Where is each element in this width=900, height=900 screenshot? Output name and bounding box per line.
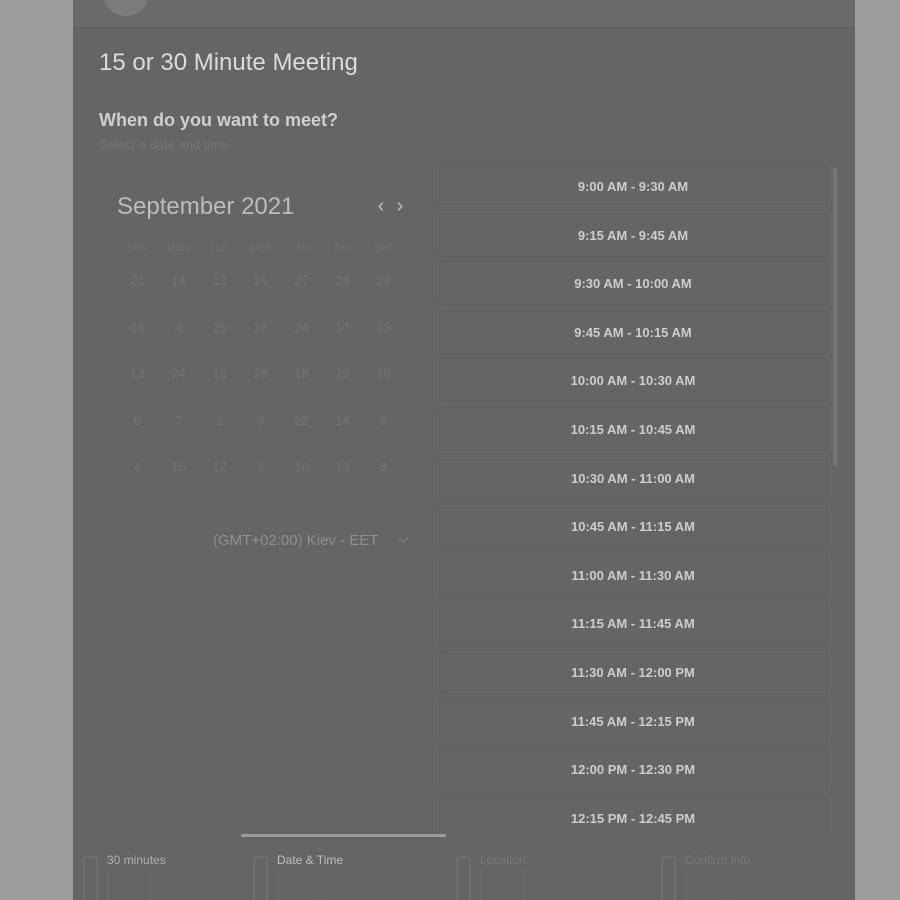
step-detail (277, 870, 321, 900)
weekday-label: SUN (127, 243, 148, 253)
weekday-label: SAT (374, 243, 393, 253)
calendar-day[interactable]: 3 (240, 455, 281, 502)
calendar-day[interactable]: 22 (281, 409, 322, 456)
calendar-week: 4 15 12 3 10 13 8 (117, 455, 404, 502)
calendar-day[interactable]: 15 (158, 455, 199, 502)
calendar-day[interactable]: 25 (199, 316, 240, 363)
month-label: September 2021 (117, 193, 295, 220)
step-icon (661, 856, 676, 900)
calendar-day[interactable]: 15 (199, 362, 240, 409)
step-label: Location (480, 853, 526, 867)
calendar-day[interactable]: 1 (199, 409, 240, 456)
time-slot-button[interactable]: 10:15 AM - 10:45 AM (439, 407, 827, 451)
calendar-day[interactable]: 13 (322, 455, 363, 502)
weekday-header: SUN MON TUE WED THU FRI SAT (117, 243, 404, 253)
calendar-day[interactable]: 14 (322, 409, 363, 456)
chevron-down-icon: ⌵ (398, 530, 409, 546)
time-slot-button[interactable]: 10:45 AM - 11:15 AM (439, 504, 827, 549)
calendar-week: 13 24 15 28 18 19 10 (117, 362, 404, 409)
weekday-label: THU (291, 243, 312, 253)
calendar-day[interactable]: 17 (322, 316, 363, 363)
step-detail (685, 870, 729, 900)
step-label: 30 minutes (107, 853, 166, 867)
timezone-label: (GMT+02:00) Kiev - EET (213, 532, 379, 549)
calendar-day[interactable]: 9 (363, 409, 404, 456)
calendar-day[interactable]: 24 (158, 362, 199, 409)
calendar-day[interactable]: 19 (322, 362, 363, 409)
calendar-day[interactable]: 14 (158, 269, 199, 316)
time-slot-list[interactable]: 9:00 AM - 9:30 AM 9:15 AM - 9:45 AM 9:30 A… (439, 162, 839, 834)
calendar-day[interactable]: 13 (199, 269, 240, 316)
page-title: 15 or 30 Minute Meeting (99, 49, 358, 76)
time-slot-button[interactable]: 11:00 AM - 11:30 AM (439, 552, 827, 597)
calendar-day[interactable]: 13 (363, 316, 404, 363)
time-slot-button[interactable]: 11:15 AM - 11:45 AM (439, 601, 827, 646)
calendar-day[interactable]: 18 (281, 362, 322, 409)
calendar-week: 21 14 13 16 27 28 26 (117, 269, 404, 316)
time-slot-button[interactable]: 12:15 PM - 12:45 PM (439, 795, 827, 834)
calendar-day[interactable]: 18 (117, 316, 158, 363)
step-icon (456, 856, 471, 900)
calendar-day[interactable]: 16 (240, 269, 281, 316)
weekday-label: FRI (334, 243, 351, 253)
avatar (103, 0, 149, 16)
time-slot-button[interactable]: 10:30 AM - 11:00 AM (439, 455, 827, 500)
time-slot-button[interactable]: 12:00 PM - 12:30 PM (439, 747, 827, 792)
weekday-label: TUE (209, 243, 230, 253)
step-detail (480, 870, 524, 900)
calendar-day[interactable]: 8 (240, 409, 281, 456)
calendar-day[interactable]: 24 (281, 316, 322, 363)
time-slot-button[interactable]: 10:00 AM - 10:30 AM (439, 358, 827, 403)
step-label: Date & Time (277, 853, 344, 867)
calendar-day[interactable]: 4 (117, 455, 158, 502)
time-slot-button[interactable]: 9:15 AM - 9:45 AM (439, 212, 827, 257)
step-progress-indicator (241, 834, 446, 837)
weekday-label: WED (249, 243, 272, 253)
calendar-day[interactable]: 21 (117, 269, 158, 316)
booking-panel: 15 or 30 Minute Meeting When do you want… (73, 0, 855, 900)
time-slot-button[interactable]: 9:45 AM - 10:15 AM (439, 309, 827, 354)
calendar-week: 6 7 1 8 22 14 9 (117, 409, 404, 456)
calendar-day[interactable]: 7 (158, 409, 199, 456)
calendar-week: 18 4 25 18 24 17 13 (117, 316, 404, 363)
calendar-day[interactable]: 28 (322, 269, 363, 316)
step-detail (107, 870, 151, 900)
calendar-day[interactable]: 8 (363, 455, 404, 502)
calendar-day[interactable]: 6 (117, 409, 158, 456)
subtitle: Select a date and time (99, 137, 229, 152)
timezone-select[interactable]: (GMT+02:00) Kiev - EET ⌵ (208, 522, 418, 558)
time-slot-button[interactable]: 11:30 AM - 12:00 PM (439, 650, 827, 694)
calendar-day[interactable]: 26 (363, 269, 404, 316)
weekday-label: MON (167, 243, 190, 253)
calendar-day[interactable]: 13 (117, 362, 158, 409)
top-bar (73, 0, 855, 28)
step-icon (83, 856, 98, 900)
calendar-day[interactable]: 18 (240, 316, 281, 363)
calendar-day[interactable]: 27 (281, 269, 322, 316)
time-slot-button[interactable]: 11:45 AM - 12:15 PM (439, 698, 827, 743)
chevron-left-icon[interactable]: ‹ (373, 195, 389, 217)
question-heading: When do you want to meet? (99, 110, 338, 130)
calendar-days: 21 14 13 16 27 28 26 18 4 25 18 24 17 13 13 24 15 28 18 19 1… (117, 269, 404, 502)
time-slot-button[interactable]: 9:30 AM - 10:00 AM (439, 261, 827, 306)
scrollbar[interactable] (833, 168, 837, 466)
chevron-right-icon[interactable]: › (392, 195, 408, 217)
calendar-day[interactable]: 10 (281, 455, 322, 502)
calendar-day[interactable]: 4 (158, 316, 199, 363)
calendar-day[interactable]: 28 (240, 362, 281, 409)
time-slot-button[interactable]: 9:00 AM - 9:30 AM (439, 164, 827, 208)
step-label: Confirm Info (685, 853, 751, 867)
step-icon (253, 856, 268, 900)
calendar-day[interactable]: 10 (363, 362, 404, 409)
calendar-day[interactable]: 12 (199, 455, 240, 502)
